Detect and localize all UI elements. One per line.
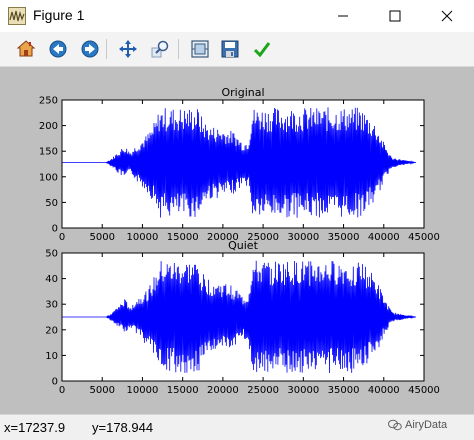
window-title: Figure 1	[33, 7, 85, 23]
x-tick-label: 10000	[127, 232, 159, 243]
subplots-icon	[191, 40, 209, 58]
x-tick-label: 20000	[207, 385, 239, 396]
minimize-icon	[338, 15, 348, 17]
x-tick-label: 15000	[167, 232, 199, 243]
x-tick-label: 45000	[408, 385, 440, 396]
y-tick-label: 10	[45, 351, 58, 362]
waveform-logo-icon	[9, 10, 25, 22]
edit-parameters-button[interactable]	[250, 37, 274, 61]
figure-canvas[interactable]: Original 0 5000 10000 15000 20000 25000 30000 35…	[0, 67, 474, 414]
close-button[interactable]	[424, 0, 470, 32]
figure-app-icon	[8, 7, 26, 25]
y-tick-label: 30	[45, 300, 58, 311]
x-tick-label: 0	[59, 385, 65, 396]
watermark: AiryData	[388, 419, 447, 431]
y-tick-label: 20	[45, 325, 58, 336]
x-tick-label: 30000	[287, 232, 319, 243]
cursor-x-readout: x=17237.9	[4, 420, 66, 435]
x-tick-label: 15000	[167, 385, 199, 396]
home-icon	[16, 40, 36, 57]
x-tick-label: 5000	[89, 232, 114, 243]
pan-button[interactable]	[116, 37, 140, 61]
x-tick-label: 40000	[368, 232, 400, 243]
close-icon	[441, 10, 453, 22]
save-disk-icon	[221, 40, 239, 58]
y-tick-label: 50	[45, 249, 58, 260]
zoom-button[interactable]	[148, 37, 172, 61]
cursor-y-readout: y=178.944	[92, 420, 154, 435]
x-tick-label: 45000	[408, 232, 440, 243]
zoom-icon	[151, 40, 169, 58]
configure-subplots-button[interactable]	[188, 37, 212, 61]
plot-canvas[interactable]: Original0 5000 10000 15000 20000 25000 30000 35…	[0, 67, 474, 414]
toolbar-separator	[106, 39, 107, 59]
forward-arrow-icon	[81, 40, 99, 58]
y-tick-label: 200	[39, 121, 58, 132]
pan-arrows-icon	[119, 40, 137, 58]
y-tick-label: 50	[45, 198, 58, 209]
status-bar: x=17237.9 y=178.944 AiryData	[0, 414, 474, 440]
home-button[interactable]	[14, 37, 38, 61]
y-tick-label: 40	[45, 274, 58, 285]
save-button[interactable]	[218, 37, 242, 61]
watermark-text: AiryData	[405, 419, 448, 431]
x-tick-label: 35000	[328, 232, 360, 243]
back-button[interactable]	[46, 37, 70, 61]
y-tick-label: 0	[52, 377, 58, 388]
x-tick-label: 10000	[127, 385, 159, 396]
x-tick-label: 30000	[287, 385, 319, 396]
forward-button[interactable]	[78, 37, 102, 61]
back-arrow-icon	[49, 40, 67, 58]
toolbar-separator	[178, 39, 179, 59]
maximize-button[interactable]	[372, 0, 418, 32]
y-tick-label: 150	[39, 147, 58, 158]
y-tick-label: 250	[39, 96, 58, 107]
y-tick-label: 0	[52, 224, 58, 235]
chat-bubble-icon	[388, 419, 402, 431]
subplot-title: Quiet	[228, 239, 258, 252]
y-tick-label: 100	[39, 172, 58, 183]
navigation-toolbar	[0, 32, 474, 67]
checkmark-icon	[253, 42, 271, 58]
x-tick-label: 35000	[328, 385, 360, 396]
minimize-button[interactable]	[320, 0, 366, 32]
maximize-icon	[389, 10, 401, 22]
x-tick-label: 25000	[247, 385, 279, 396]
subplot-title: Original	[221, 86, 264, 99]
x-tick-label: 0	[59, 232, 65, 243]
x-tick-label: 40000	[368, 385, 400, 396]
x-tick-label: 5000	[89, 385, 114, 396]
window-titlebar: Figure 1	[0, 0, 474, 33]
